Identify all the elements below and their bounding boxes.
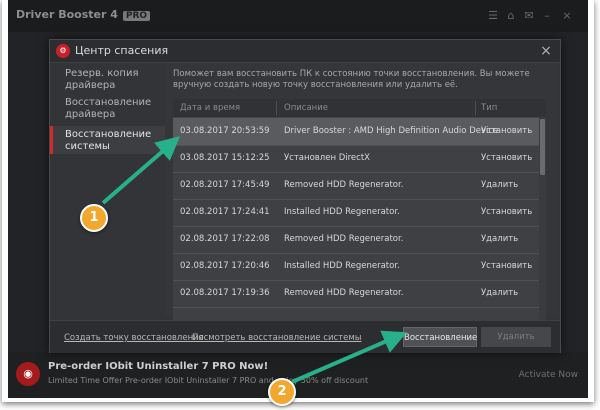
callout-badge-2: 2	[268, 378, 296, 406]
callout-badge-1: 1	[80, 204, 108, 232]
arrow-2	[291, 330, 408, 384]
arrow-1	[101, 136, 181, 205]
